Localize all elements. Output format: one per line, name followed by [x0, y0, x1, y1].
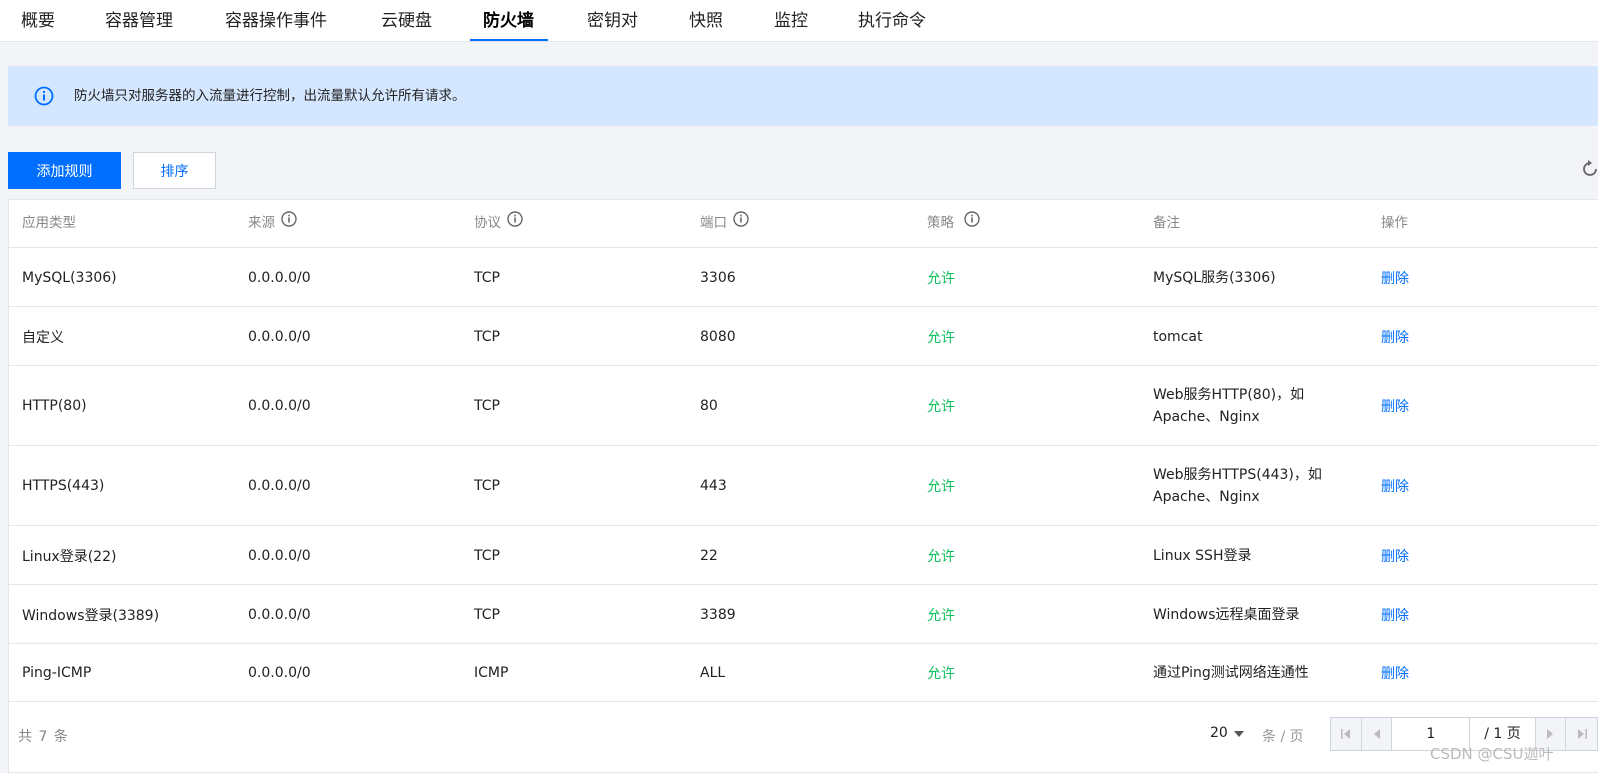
last-page-icon[interactable] — [1566, 718, 1597, 750]
table-row: HTTPS(443) 0.0.0.0/0 TCP 443 允许 Web服务HTT… — [9, 446, 1598, 526]
cell-type: Windows登录(3389) — [22, 607, 160, 624]
delete-link[interactable]: 删除 — [1381, 585, 1409, 644]
table-row: HTTP(80) 0.0.0.0/0 TCP 80 允许 Web服务HTTP(8… — [9, 366, 1598, 446]
header-policy: 策略 — [927, 200, 980, 246]
prev-page-icon[interactable] — [1361, 718, 1393, 750]
header-note: 备注 — [1153, 215, 1180, 231]
cell-type: Linux登录(22) — [22, 548, 117, 565]
add-rule-button[interactable]: 添加规则 — [8, 152, 121, 189]
delete-link[interactable]: 删除 — [1381, 366, 1409, 446]
table-row: Windows登录(3389) 0.0.0.0/0 TCP 3389 允许 Wi… — [9, 585, 1598, 644]
cell-note: MySQL服务(3306) — [1153, 269, 1276, 286]
cell-policy: 允许 — [927, 666, 955, 682]
page-size-value: 20 — [1210, 725, 1228, 741]
table-row: Linux登录(22) 0.0.0.0/0 TCP 22 允许 Linux SS… — [9, 526, 1598, 585]
cell-source: 0.0.0.0/0 — [248, 606, 311, 623]
cell-protocol: TCP — [474, 478, 500, 494]
info-icon[interactable] — [964, 200, 980, 246]
cell-policy: 允许 — [927, 548, 955, 565]
cell-source: 0.0.0.0/0 — [248, 328, 311, 345]
tab-container-events[interactable]: 容器操作事件 — [225, 0, 327, 42]
cell-protocol: TCP — [474, 606, 500, 623]
delete-link[interactable]: 删除 — [1381, 446, 1409, 526]
cell-source: 0.0.0.0/0 — [248, 269, 311, 286]
refresh-icon[interactable] — [1582, 160, 1598, 182]
cell-type: MySQL(3306) — [22, 269, 117, 286]
cell-policy: 允许 — [927, 399, 955, 415]
cell-policy: 允许 — [927, 329, 955, 346]
notice-text: 防火墙只对服务器的入流量进行控制，出流量默认允许所有请求。 — [74, 88, 466, 104]
cell-port: 8080 — [700, 328, 736, 345]
cell-policy: 允许 — [927, 270, 955, 287]
page-size-select[interactable]: 20 — [1210, 725, 1244, 741]
info-icon[interactable] — [507, 200, 523, 246]
table-row: MySQL(3306) 0.0.0.0/0 TCP 3306 允许 MySQL服… — [9, 248, 1598, 307]
cell-note: 通过Ping测试网络连通性 — [1153, 665, 1309, 681]
cell-type: 自定义 — [22, 329, 64, 346]
tab-monitoring[interactable]: 监控 — [774, 0, 808, 42]
tab-bar: 概要 容器管理 容器操作事件 云硬盘 防火墙 密钥对 快照 监控 执行命令 — [0, 0, 1598, 42]
chevron-down-icon — [1233, 725, 1244, 741]
cell-note: Web服务HTTPS(443)，如Apache、Nginx — [1153, 467, 1322, 505]
cell-type: HTTP(80) — [22, 398, 87, 414]
cell-protocol: TCP — [474, 547, 500, 564]
cell-policy: 允许 — [927, 479, 955, 495]
sort-button[interactable]: 排序 — [133, 152, 216, 189]
cell-source: 0.0.0.0/0 — [248, 478, 311, 494]
cell-port: 3306 — [700, 269, 736, 286]
info-icon — [34, 86, 54, 110]
table-row: 自定义 0.0.0.0/0 TCP 8080 允许 tomcat 删除 — [9, 307, 1598, 366]
tab-snapshots[interactable]: 快照 — [689, 0, 723, 42]
header-action: 操作 — [1381, 215, 1408, 231]
cell-port: ALL — [700, 665, 726, 681]
info-icon[interactable] — [733, 200, 749, 246]
cell-type: Ping-ICMP — [22, 665, 92, 681]
cell-source: 0.0.0.0/0 — [248, 398, 311, 414]
delete-link[interactable]: 删除 — [1381, 526, 1409, 585]
delete-link[interactable]: 删除 — [1381, 248, 1409, 307]
table-header: 应用类型 来源 协议 端口 策略 备注 操作 — [9, 200, 1598, 248]
page-size-unit: 条 / 页 — [1262, 729, 1304, 745]
header-type: 应用类型 — [22, 215, 76, 231]
cell-note: Web服务HTTP(80)，如Apache、Nginx — [1153, 387, 1305, 425]
cell-note: Windows远程桌面登录 — [1153, 606, 1300, 623]
cell-port: 443 — [700, 478, 727, 494]
cell-policy: 允许 — [927, 607, 955, 624]
total-count: 共 7 条 — [18, 729, 69, 745]
cell-note: tomcat — [1153, 328, 1203, 345]
cell-port: 80 — [700, 398, 718, 414]
first-page-icon[interactable] — [1331, 718, 1362, 750]
cell-source: 0.0.0.0/0 — [248, 665, 311, 681]
tab-firewall[interactable]: 防火墙 — [483, 0, 534, 42]
info-notice: 防火墙只对服务器的入流量进行控制，出流量默认允许所有请求。 — [8, 66, 1598, 126]
watermark: CSDN @CSU迦叶 — [1430, 745, 1554, 763]
cell-protocol: TCP — [474, 269, 500, 286]
cell-port: 22 — [700, 547, 718, 564]
cell-type: HTTPS(443) — [22, 478, 105, 494]
cell-source: 0.0.0.0/0 — [248, 547, 311, 564]
active-tab-indicator — [470, 39, 548, 41]
firewall-rules-table: 应用类型 来源 协议 端口 策略 备注 操作 MySQL(3306) 0.0.0… — [8, 199, 1598, 773]
tab-container-management[interactable]: 容器管理 — [105, 0, 173, 42]
delete-link[interactable]: 删除 — [1381, 307, 1409, 366]
tab-cloud-disk[interactable]: 云硬盘 — [381, 0, 432, 42]
info-icon[interactable] — [281, 200, 297, 246]
cell-protocol: TCP — [474, 398, 500, 414]
table-row: Ping-ICMP 0.0.0.0/0 ICMP ALL 允许 通过Ping测试… — [9, 644, 1598, 702]
delete-link[interactable]: 删除 — [1381, 644, 1409, 702]
cell-note: Linux SSH登录 — [1153, 547, 1252, 564]
header-protocol: 协议 — [474, 200, 523, 246]
header-source: 来源 — [248, 200, 297, 246]
cell-port: 3389 — [700, 606, 736, 623]
tab-key-pairs[interactable]: 密钥对 — [587, 0, 638, 42]
cell-protocol: ICMP — [474, 665, 509, 681]
cell-protocol: TCP — [474, 328, 500, 345]
tab-run-command[interactable]: 执行命令 — [858, 0, 926, 42]
header-port: 端口 — [700, 200, 749, 246]
tab-overview[interactable]: 概要 — [21, 0, 55, 42]
